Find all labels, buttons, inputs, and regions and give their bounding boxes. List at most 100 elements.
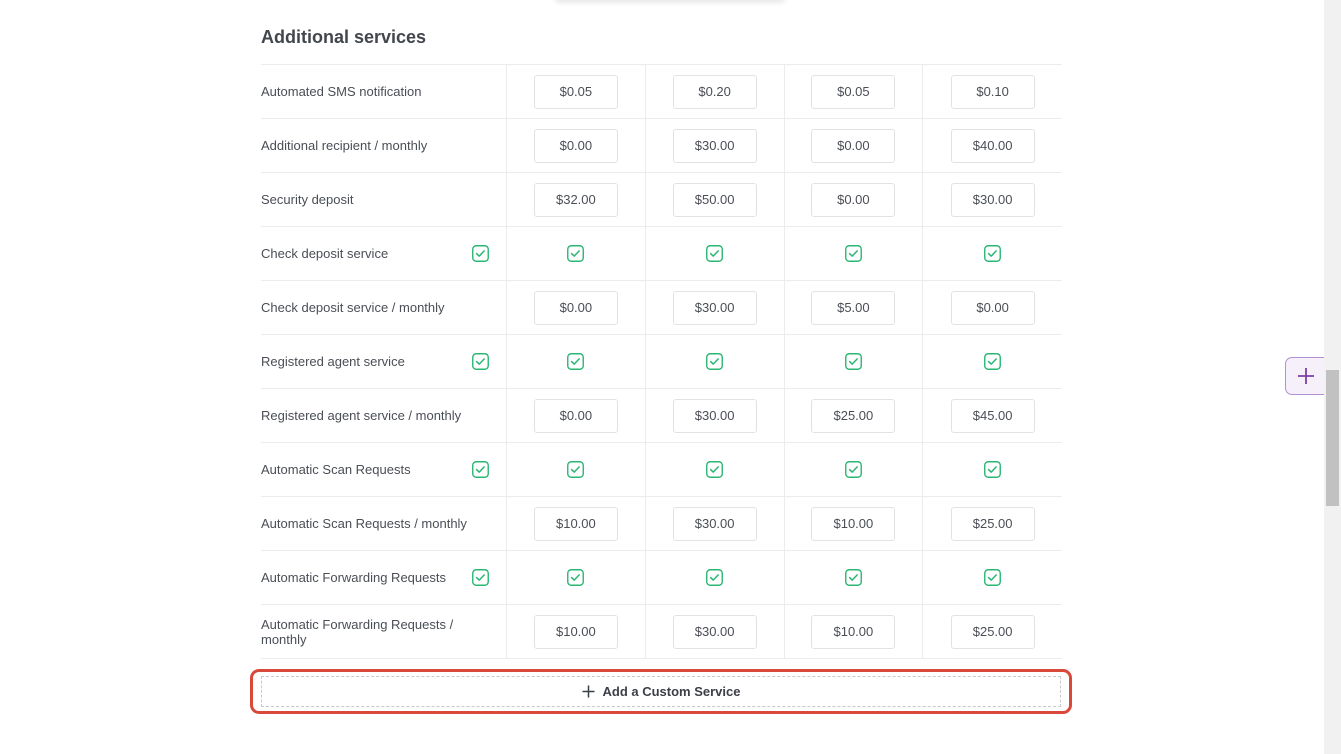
price-input[interactable]: $0.05 [811,74,896,109]
service-label-cell: Additional recipient / monthly [261,119,507,172]
table-row: Automatic Scan Requests / monthly $10.00 $… [261,497,1062,551]
price-input[interactable]: $10.00 [811,506,896,541]
price-input[interactable]: $0.00 [811,182,896,217]
checkbox-checked-icon[interactable] [472,461,489,478]
price-input[interactable]: $10.00 [533,614,618,649]
price-input[interactable]: $30.00 [672,506,757,541]
service-label-cell: Automatic Forwarding Requests / monthly [261,605,507,658]
add-custom-service-label: Add a Custom Service [602,684,741,699]
checkbox-checked-icon[interactable] [472,569,489,586]
plan-cell [785,443,924,496]
plan-cell: $25.00 [923,605,1062,658]
service-label-cell: Automated SMS notification [261,65,507,118]
service-label-cell: Automatic Scan Requests / monthly [261,497,507,550]
checkbox-checked-icon[interactable] [706,353,724,370]
checkbox-checked-icon[interactable] [844,569,862,586]
service-label-cell: Registered agent service / monthly [261,389,507,442]
price-input[interactable]: $0.00 [950,290,1035,325]
plan-cell [646,227,785,280]
checkbox-checked-icon[interactable] [984,245,1002,262]
floating-add-button[interactable] [1285,357,1325,395]
price-input[interactable]: $30.00 [672,290,757,325]
plan-cell: $25.00 [785,389,924,442]
checkbox-checked-icon[interactable] [567,353,585,370]
service-label: Automatic Forwarding Requests / monthly [261,616,454,647]
service-label: Automated SMS notification [261,84,422,99]
plan-cell: $30.00 [646,119,785,172]
service-label: Registered agent service [261,354,405,369]
plus-icon [582,685,595,698]
plan-cell [646,551,785,604]
checkbox-checked-icon[interactable] [844,245,862,262]
price-input[interactable]: $0.00 [533,290,618,325]
service-label-cell: Automatic Scan Requests [261,443,507,496]
plan-cell [507,551,646,604]
plan-cell [646,443,785,496]
checkbox-checked-icon[interactable] [706,461,724,478]
price-input[interactable]: $32.00 [533,182,618,217]
service-label: Automatic Forwarding Requests [261,570,446,585]
price-input[interactable]: $0.20 [672,74,757,109]
price-input[interactable]: $25.00 [950,506,1035,541]
price-input[interactable]: $0.00 [533,398,618,433]
service-label: Check deposit service [261,246,389,261]
add-custom-service-button[interactable]: Add a Custom Service [261,676,1061,707]
price-input[interactable]: $30.00 [672,128,757,163]
price-input[interactable]: $45.00 [950,398,1035,433]
checkbox-checked-icon[interactable] [706,569,724,586]
checkbox-checked-icon[interactable] [844,353,862,370]
price-input[interactable]: $30.00 [672,398,757,433]
plan-cell: $5.00 [785,281,924,334]
table-row: Check deposit service [261,227,1062,281]
checkbox-checked-icon[interactable] [567,461,585,478]
checkbox-checked-icon[interactable] [472,353,489,370]
price-input[interactable]: $5.00 [811,290,896,325]
price-input[interactable]: $0.00 [533,128,618,163]
plan-cell: $30.00 [646,281,785,334]
checkbox-checked-icon[interactable] [844,461,862,478]
checkbox-checked-icon[interactable] [984,569,1002,586]
table-row: Automatic Forwarding Requests / monthly $… [261,605,1062,659]
table-row: Automated SMS notification $0.05 $0.20 $0.0… [261,65,1062,119]
plan-cell: $50.00 [646,173,785,226]
price-input[interactable]: $40.00 [950,128,1035,163]
service-label-cell: Check deposit service / monthly [261,281,507,334]
plan-cell: $0.00 [507,281,646,334]
price-input[interactable]: $30.00 [672,614,757,649]
price-input[interactable]: $30.00 [950,182,1035,217]
price-input[interactable]: $10.00 [811,614,896,649]
service-label: Registered agent service / monthly [261,408,462,423]
table-row: Registered agent service [261,335,1062,389]
price-input[interactable]: $10.00 [533,506,618,541]
checkbox-checked-icon[interactable] [984,461,1002,478]
scrollbar-thumb[interactable] [1326,370,1339,506]
plan-cell [923,551,1062,604]
price-input[interactable]: $0.05 [533,74,618,109]
plan-cell [785,227,924,280]
price-input[interactable]: $0.10 [950,74,1035,109]
checkbox-checked-icon[interactable] [984,353,1002,370]
table-row: Check deposit service / monthly $0.00 $30.… [261,281,1062,335]
service-label: Additional recipient / monthly [261,138,428,153]
table-row: Security deposit $32.00 $50.00 $0.00 $30.00 [261,173,1062,227]
checkbox-checked-icon[interactable] [472,245,489,262]
checkbox-checked-icon[interactable] [567,245,585,262]
price-input[interactable]: $50.00 [672,182,757,217]
checkbox-checked-icon[interactable] [706,245,724,262]
plan-cell [785,335,924,388]
services-table: Automated SMS notification $0.05 $0.20 $0.0… [261,64,1062,659]
plan-cell: $32.00 [507,173,646,226]
price-input[interactable]: $25.00 [950,614,1035,649]
plan-cell: $0.00 [785,119,924,172]
plan-cell: $0.00 [785,173,924,226]
plan-cell [507,227,646,280]
table-row: Registered agent service / monthly $0.00 $… [261,389,1062,443]
price-input[interactable]: $25.00 [811,398,896,433]
table-row: Additional recipient / monthly $0.00 $30.0… [261,119,1062,173]
plan-cell [785,551,924,604]
plan-cell [646,335,785,388]
plan-cell: $40.00 [923,119,1062,172]
price-input[interactable]: $0.00 [811,128,896,163]
checkbox-checked-icon[interactable] [567,569,585,586]
plus-icon [1297,367,1315,385]
